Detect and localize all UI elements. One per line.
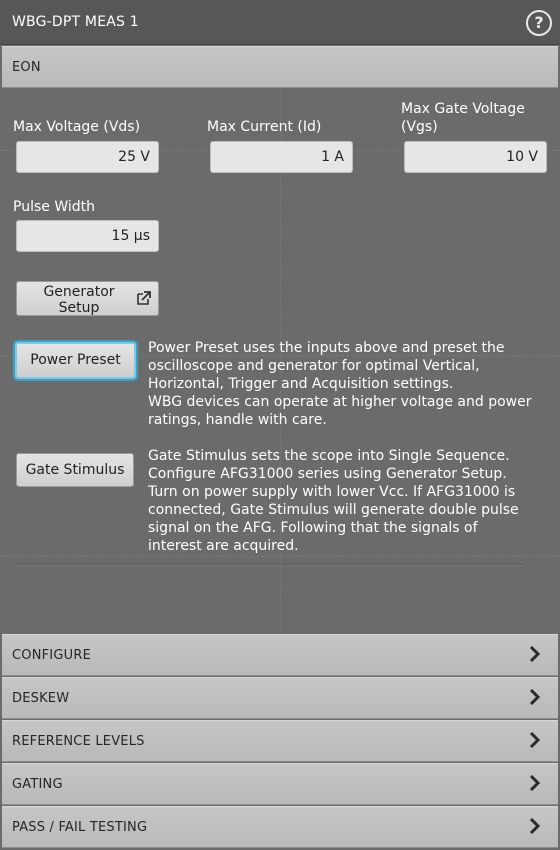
deskew-section-header[interactable]: DESKEW (2, 677, 558, 719)
external-link-icon (136, 290, 152, 306)
gate-stimulus-desc-line: Configure AFG31000 series using Generato… (148, 466, 507, 482)
gate-stimulus-desc-line: signal on the AFG. Following that the si… (148, 520, 478, 536)
configure-section-header[interactable]: CONFIGURE (2, 634, 558, 676)
chevron-right-icon (524, 773, 544, 793)
power-preset-desc-line: WBG devices can operate at higher voltag… (148, 394, 532, 410)
max-gate-voltage-label-line1: Max Gate Voltage (401, 101, 525, 117)
eon-label: EON (12, 60, 41, 75)
generator-setup-label-line2: Setup (58, 300, 100, 316)
pulse-width-label: Pulse Width (13, 199, 95, 215)
chevron-right-icon (524, 816, 544, 836)
chevron-right-icon (524, 687, 544, 707)
power-preset-button[interactable]: Power Preset (15, 342, 136, 379)
chevron-right-icon (524, 644, 544, 664)
section-label: CONFIGURE (12, 648, 91, 663)
power-preset-desc-line: ratings, handle with care. (148, 412, 327, 428)
generator-setup-button[interactable]: Generator Setup (16, 281, 159, 316)
section-label: GATING (12, 777, 63, 792)
power-preset-description: Power Preset uses the inputs above and p… (148, 339, 538, 429)
max-current-label: Max Current (Id) (207, 119, 322, 135)
section-label: PASS / FAIL TESTING (12, 820, 148, 835)
wbg-dpt-meas-panel: WBG-DPT MEAS 1 ? EON Max Voltage (Vds) 2… (0, 0, 560, 850)
eon-section-header[interactable]: EON (2, 46, 558, 88)
max-gate-voltage-label: Max Gate Voltage (Vgs) (401, 100, 525, 136)
pass-fail-testing-section-header[interactable]: PASS / FAIL TESTING (2, 806, 558, 848)
power-preset-desc-line: Power Preset uses the inputs above and p… (148, 340, 505, 356)
generator-setup-label-line1: Generator (43, 284, 115, 300)
gate-stimulus-desc-line: interest are acquired. (148, 538, 299, 554)
section-divider (14, 564, 524, 566)
gate-stimulus-desc-line: Turn on power supply with lower Vcc. If … (148, 484, 516, 500)
help-icon[interactable]: ? (526, 10, 552, 36)
power-preset-desc-line: Horizontal, Trigger and Acquisition sett… (148, 376, 454, 392)
max-gate-voltage-label-line2: (Vgs) (401, 119, 438, 135)
panel-title: WBG-DPT MEAS 1 (12, 14, 139, 30)
section-label: DESKEW (12, 691, 70, 706)
section-label: REFERENCE LEVELS (12, 734, 145, 749)
gating-section-header[interactable]: GATING (2, 763, 558, 805)
title-bar: WBG-DPT MEAS 1 ? (0, 0, 560, 45)
max-gate-voltage-field[interactable]: 10 V (404, 141, 547, 173)
pulse-width-field[interactable]: 15 µs (16, 220, 159, 252)
max-voltage-field[interactable]: 25 V (16, 141, 159, 173)
power-preset-desc-line: oscilloscope and generator for optimal V… (148, 358, 480, 374)
chevron-right-icon (524, 730, 544, 750)
gate-stimulus-button[interactable]: Gate Stimulus (16, 453, 134, 487)
max-current-field[interactable]: 1 A (210, 141, 353, 173)
gate-stimulus-desc-line: connected, Gate Stimulus will generate d… (148, 502, 519, 518)
max-voltage-label: Max Voltage (Vds) (13, 119, 141, 135)
gate-stimulus-desc-line: Gate Stimulus sets the scope into Single… (148, 448, 510, 464)
gate-stimulus-description: Gate Stimulus sets the scope into Single… (148, 447, 538, 555)
reference-levels-section-header[interactable]: REFERENCE LEVELS (2, 720, 558, 762)
